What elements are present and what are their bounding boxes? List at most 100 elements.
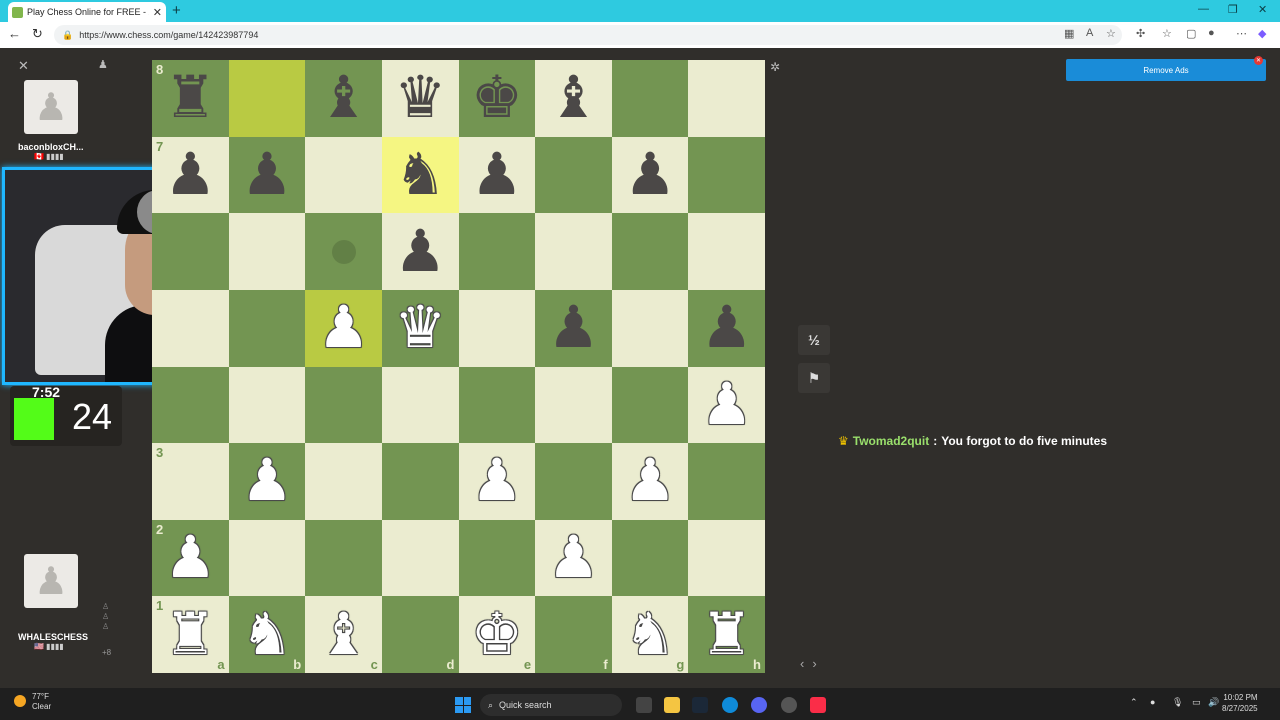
close-panel-icon[interactable]: ✕ xyxy=(18,58,29,74)
black-piece-a7[interactable]: ♟ xyxy=(164,145,216,204)
black-piece-c8[interactable]: ♝ xyxy=(318,69,370,127)
square-f1[interactable]: f xyxy=(535,596,612,673)
square-d6[interactable]: ♟ xyxy=(381,213,459,290)
app-taskbar-icon[interactable] xyxy=(781,697,797,713)
previous-move-icon[interactable]: ‹ xyxy=(800,656,812,671)
collections-icon[interactable]: ▢ xyxy=(1186,27,1196,40)
minimize-icon[interactable]: — xyxy=(1198,3,1209,15)
square-h2[interactable] xyxy=(688,519,765,597)
square-g4[interactable] xyxy=(611,366,689,444)
black-piece-e7[interactable]: ♟ xyxy=(471,145,523,204)
black-piece-g7[interactable]: ♟ xyxy=(624,145,676,204)
windows-start-icon[interactable] xyxy=(455,697,471,713)
browser-tab[interactable]: Play Chess Online for FREE - 2 Pla ✕ xyxy=(8,2,166,22)
square-g8[interactable] xyxy=(611,60,689,137)
white-piece-g3[interactable]: ♟ xyxy=(624,452,676,510)
white-piece-h1[interactable]: ♜ xyxy=(701,605,753,664)
black-piece-d7[interactable]: ♞ xyxy=(394,145,446,204)
square-b3[interactable]: ♟ xyxy=(228,443,306,520)
square-c8[interactable]: ♝ xyxy=(305,60,382,137)
bottom-player-name[interactable]: WHALESCHESS xyxy=(18,632,88,642)
ad-close-icon[interactable]: ✕ xyxy=(1254,56,1263,65)
read-aloud-icon[interactable]: A xyxy=(1086,27,1093,39)
square-d4[interactable] xyxy=(381,366,459,444)
square-d2[interactable] xyxy=(381,519,459,597)
square-c2[interactable] xyxy=(305,519,382,597)
square-e5[interactable] xyxy=(458,289,536,367)
square-e4[interactable] xyxy=(458,366,536,444)
white-piece-b3[interactable]: ♟ xyxy=(241,452,293,510)
black-piece-b7[interactable]: ♟ xyxy=(241,145,293,204)
square-f3[interactable] xyxy=(535,443,612,520)
top-player-name[interactable]: baconbloxCH... xyxy=(18,142,84,152)
black-piece-f8[interactable]: ♝ xyxy=(547,69,599,127)
task-view-icon[interactable] xyxy=(636,697,652,713)
white-piece-a1[interactable]: ♜ xyxy=(164,605,216,664)
square-h5[interactable]: ♟ xyxy=(688,289,765,367)
square-f5[interactable]: ♟ xyxy=(535,289,612,367)
square-b8[interactable] xyxy=(228,60,306,137)
extensions-icon[interactable]: ✣ xyxy=(1136,27,1145,40)
new-tab-button[interactable]: + xyxy=(172,2,181,19)
square-d7[interactable]: ♞ xyxy=(381,136,459,214)
square-d1[interactable]: d xyxy=(381,596,459,673)
square-f2[interactable]: ♟ xyxy=(535,519,612,597)
square-c3[interactable] xyxy=(305,443,382,520)
square-g7[interactable]: ♟ xyxy=(611,136,689,214)
white-piece-c5[interactable]: ♟ xyxy=(318,299,370,357)
square-h1[interactable]: h ♜ xyxy=(688,596,765,673)
square-e6[interactable] xyxy=(458,213,536,290)
square-b5[interactable] xyxy=(228,289,306,367)
square-a7[interactable]: 7 ♟ xyxy=(152,136,229,214)
steam-icon[interactable] xyxy=(692,697,708,713)
white-piece-e3[interactable]: ♟ xyxy=(471,452,523,510)
white-piece-f2[interactable]: ♟ xyxy=(547,529,599,587)
square-e3[interactable]: ♟ xyxy=(458,443,536,520)
white-piece-b1[interactable]: ♞ xyxy=(241,605,293,664)
weather-widget[interactable]: 77°F Clear xyxy=(14,692,51,712)
square-g5[interactable] xyxy=(611,289,689,367)
square-a5[interactable] xyxy=(152,289,229,367)
favorite-star-icon[interactable]: ☆ xyxy=(1106,27,1116,40)
square-a2[interactable]: 2 ♟ xyxy=(152,519,229,597)
white-piece-c1[interactable]: ♝ xyxy=(318,605,370,664)
taskbar-search[interactable]: ⌕ Quick search xyxy=(480,694,622,716)
music-icon[interactable] xyxy=(810,697,826,713)
tray-app-icon[interactable]: ● xyxy=(1150,697,1155,707)
top-player-avatar[interactable]: ♟ xyxy=(24,80,78,134)
square-a4[interactable] xyxy=(152,366,229,444)
bottom-player-avatar[interactable]: ♟ xyxy=(24,554,78,608)
system-clock[interactable]: 10:02 PM 8/27/2025 xyxy=(1222,692,1258,714)
network-icon[interactable]: ▭ xyxy=(1192,697,1201,708)
square-c5[interactable]: ♟ xyxy=(305,289,382,367)
square-b2[interactable] xyxy=(228,519,306,597)
edge-icon[interactable] xyxy=(722,697,738,713)
square-a6[interactable] xyxy=(152,213,229,290)
white-piece-d5[interactable]: ♛ xyxy=(394,299,446,357)
file-explorer-icon[interactable] xyxy=(664,697,680,713)
white-piece-h4[interactable]: ♟ xyxy=(701,375,753,434)
remove-ads-button[interactable]: Remove Ads ✕ xyxy=(1066,56,1266,81)
square-h3[interactable] xyxy=(688,443,765,520)
square-e7[interactable]: ♟ xyxy=(458,136,536,214)
square-a1[interactable]: 1 a ♜ xyxy=(152,596,229,673)
window-close-icon[interactable]: ✕ xyxy=(1258,3,1267,16)
square-e1[interactable]: e ♚ xyxy=(458,596,536,673)
more-icon[interactable]: ⋯ xyxy=(1236,27,1247,40)
white-piece-a2[interactable]: ♟ xyxy=(164,529,216,587)
maximize-icon[interactable]: ❐ xyxy=(1228,3,1238,16)
square-d8[interactable]: ♛ xyxy=(381,60,459,137)
black-piece-d8[interactable]: ♛ xyxy=(394,69,446,127)
square-h8[interactable] xyxy=(688,60,765,137)
square-h4[interactable]: ♟ xyxy=(688,366,765,444)
square-g3[interactable]: ♟ xyxy=(611,443,689,520)
next-move-icon[interactable]: › xyxy=(812,656,824,671)
offer-draw-button[interactable]: ½ xyxy=(798,325,830,355)
square-f6[interactable] xyxy=(535,213,612,290)
copilot-icon[interactable]: ◆ xyxy=(1258,27,1266,40)
black-piece-d6[interactable]: ♟ xyxy=(394,222,446,281)
white-piece-g1[interactable]: ♞ xyxy=(624,605,676,664)
move-hint-dot[interactable] xyxy=(331,239,356,264)
square-b6[interactable] xyxy=(228,213,306,290)
square-d5[interactable]: ♛ xyxy=(381,289,459,367)
